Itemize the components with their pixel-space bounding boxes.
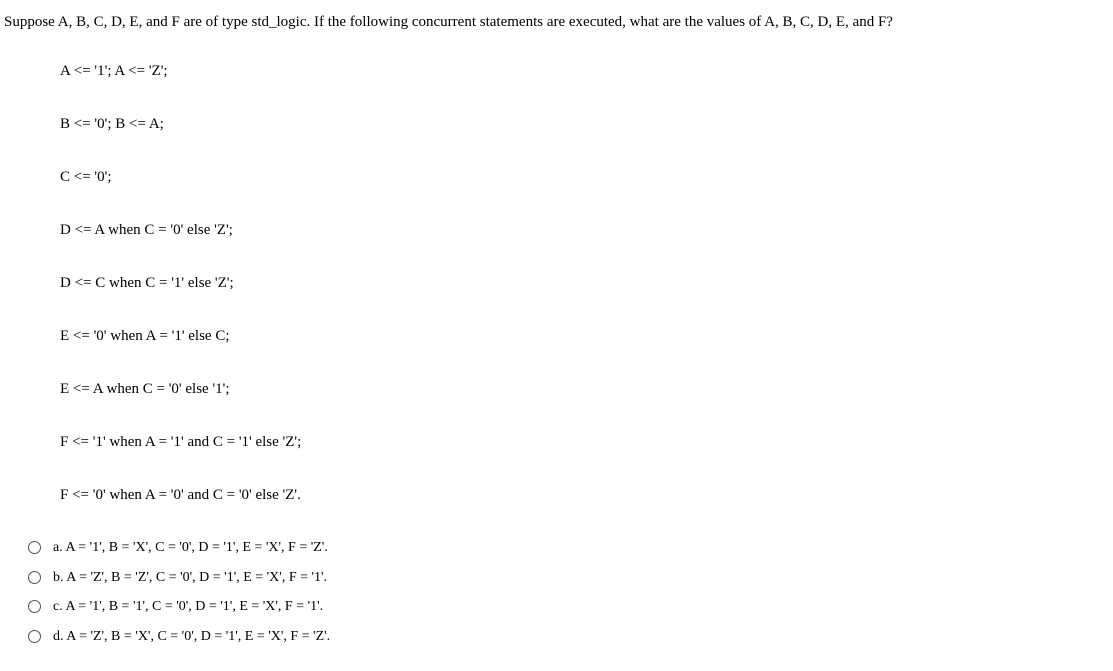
option-d[interactable]: d. A = 'Z', B = 'X', C = '0', D = '1', E… — [28, 627, 1109, 647]
radio-icon — [28, 600, 41, 613]
option-label: b. A = 'Z', B = 'Z', C = '0', D = '1', E… — [53, 568, 327, 588]
radio-icon — [28, 571, 41, 584]
code-line: D <= A when C = '0' else 'Z'; — [60, 220, 1109, 241]
code-line: F <= '1' when A = '1' and C = '1' else '… — [60, 432, 1109, 453]
code-line: F <= '0' when A = '0' and C = '0' else '… — [60, 485, 1109, 506]
option-c[interactable]: c. A = '1', B = '1', C = '0', D = '1', E… — [28, 597, 1109, 617]
code-line: C <= '0'; — [60, 167, 1109, 188]
question-prompt: Suppose A, B, C, D, E, and F are of type… — [4, 12, 1109, 33]
option-label: a. A = '1', B = 'X', C = '0', D = '1', E… — [53, 538, 328, 558]
answer-options: a. A = '1', B = 'X', C = '0', D = '1', E… — [4, 538, 1109, 646]
code-line: E <= A when C = '0' else '1'; — [60, 379, 1109, 400]
option-label: d. A = 'Z', B = 'X', C = '0', D = '1', E… — [53, 627, 330, 647]
code-line: B <= '0'; B <= A; — [60, 114, 1109, 135]
code-line: E <= '0' when A = '1' else C; — [60, 326, 1109, 347]
code-block: A <= '1'; A <= 'Z'; B <= '0'; B <= A; C … — [4, 61, 1109, 506]
option-label: c. A = '1', B = '1', C = '0', D = '1', E… — [53, 597, 323, 617]
option-b[interactable]: b. A = 'Z', B = 'Z', C = '0', D = '1', E… — [28, 568, 1109, 588]
option-a[interactable]: a. A = '1', B = 'X', C = '0', D = '1', E… — [28, 538, 1109, 558]
radio-icon — [28, 630, 41, 643]
radio-icon — [28, 541, 41, 554]
code-line: D <= C when C = '1' else 'Z'; — [60, 273, 1109, 294]
code-line: A <= '1'; A <= 'Z'; — [60, 61, 1109, 82]
